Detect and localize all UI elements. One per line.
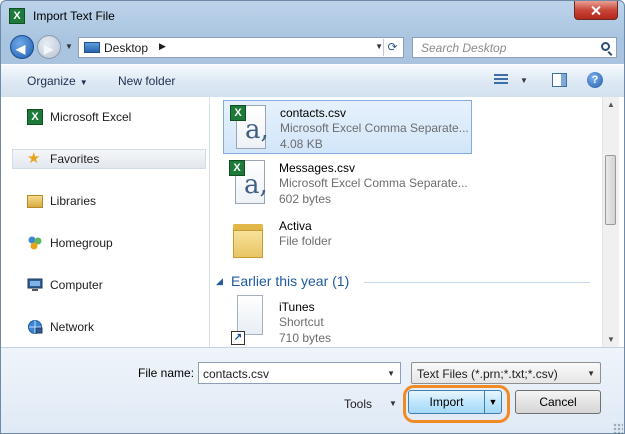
file-type: Shortcut (279, 315, 324, 329)
window-title: Import Text File (33, 9, 115, 23)
vertical-scrollbar[interactable]: ▲ ▼ (602, 97, 619, 347)
file-type-value: Text Files (*.prn;*.txt;*.csv) (417, 367, 558, 381)
scroll-up-arrow[interactable]: ▲ (607, 100, 615, 109)
nav-label: Computer (50, 278, 103, 292)
chevron-right-icon[interactable]: ▶ (159, 41, 166, 52)
file-name-value[interactable]: contacts.csv (203, 367, 269, 381)
group-divider (364, 282, 590, 283)
file-item-itunes[interactable]: ↗ iTunes Shortcut 710 bytes (223, 295, 472, 347)
file-name: contacts.csv (280, 106, 347, 120)
back-button[interactable]: ◀ (10, 35, 34, 59)
tools-dropdown-icon[interactable]: ▼ (389, 399, 397, 408)
nav-item-network[interactable]: Network (13, 317, 205, 337)
address-dropdown[interactable]: ▼ (375, 42, 383, 51)
file-type: Microsoft Excel Comma Separate... (280, 121, 469, 135)
preview-pane-icon[interactable] (552, 73, 567, 87)
search-icon[interactable] (601, 42, 610, 51)
content-area: X Microsoft Excel ★ Favorites Libraries … (1, 97, 624, 347)
address-row: ◀ ▶ ▼ Desktop ▶ ▼ ⟳ Search Desktop (1, 32, 624, 62)
organize-label: Organize (27, 74, 76, 88)
back-arrow-icon: ◀ (16, 42, 26, 56)
recent-pages-dropdown[interactable]: ▼ (65, 42, 73, 51)
file-name: Activa (279, 219, 312, 233)
chevron-down-icon: ▼ (79, 78, 88, 87)
forward-arrow-icon: ▶ (44, 42, 54, 56)
address-location[interactable]: Desktop (104, 41, 148, 55)
import-dropdown-button[interactable]: ▼ (484, 390, 502, 414)
file-item-activa[interactable]: Activa File folder (223, 214, 472, 268)
file-item-contacts[interactable]: a, X contacts.csv Microsoft Excel Comma S… (223, 100, 472, 154)
scroll-down-arrow[interactable]: ▼ (607, 335, 615, 344)
libraries-icon (27, 195, 43, 208)
resize-grip[interactable] (613, 423, 623, 433)
star-icon: ★ (27, 150, 41, 167)
group-title: Earlier this year (1) (231, 273, 350, 289)
file-name-label: File name: (138, 366, 195, 380)
command-bar: Organize ▼ New folder ▼ ? (1, 64, 624, 98)
nav-label: Libraries (50, 194, 97, 208)
title-bar: X Import Text File (1, 1, 624, 31)
nav-label: Homegroup (50, 236, 113, 250)
address-bar[interactable]: Desktop ▶ ▼ ⟳ (78, 37, 404, 58)
new-folder-button[interactable]: New folder (118, 74, 175, 88)
network-icon (27, 319, 43, 335)
chevron-down-icon: ▼ (587, 369, 595, 378)
nav-item-computer[interactable]: Computer (13, 275, 205, 295)
homegroup-icon (27, 235, 43, 251)
computer-icon (27, 277, 43, 293)
search-box[interactable]: Search Desktop (412, 37, 617, 58)
close-button[interactable] (574, 1, 618, 20)
nav-item-microsoft-excel[interactable]: X Microsoft Excel (13, 107, 205, 127)
import-button[interactable]: Import (408, 390, 485, 414)
group-header-earlier-this-year[interactable]: ◢ Earlier this year (1) (216, 273, 596, 291)
search-input[interactable]: Search Desktop (421, 41, 506, 55)
file-name-field[interactable]: contacts.csv ▼ (198, 362, 401, 384)
file-name: Messages.csv (279, 161, 356, 175)
forward-button[interactable]: ▶ (37, 35, 61, 59)
file-name: iTunes (279, 300, 315, 314)
excel-icon: X (27, 109, 43, 125)
shortcut-icon: ↗ (229, 295, 265, 345)
cancel-button[interactable]: Cancel (515, 390, 601, 414)
change-view-icon[interactable] (494, 74, 508, 86)
refresh-icon[interactable]: ⟳ (383, 39, 401, 56)
tools-button[interactable]: Tools (344, 397, 372, 411)
folder-icon (229, 218, 265, 258)
file-size: 4.08 KB (280, 137, 323, 151)
file-type: Microsoft Excel Comma Separate... (279, 176, 468, 190)
nav-label: Microsoft Excel (50, 110, 132, 124)
nav-item-favorites[interactable]: ★ Favorites (12, 149, 206, 169)
csv-file-icon: a, X (229, 160, 268, 204)
import-text-file-dialog: X Import Text File ◀ ▶ ▼ Desktop ▶ ▼ ⟳ S… (0, 0, 625, 434)
organize-button[interactable]: Organize ▼ (27, 74, 88, 88)
nav-item-libraries[interactable]: Libraries (13, 191, 205, 211)
view-options-dropdown[interactable]: ▼ (520, 76, 528, 85)
file-name-dropdown[interactable]: ▼ (387, 369, 395, 378)
csv-file-icon: a, X (230, 105, 269, 149)
nav-item-homegroup[interactable]: Homegroup (13, 233, 205, 253)
file-size: 602 bytes (279, 192, 332, 206)
file-list: a, X contacts.csv Microsoft Excel Comma S… (210, 97, 602, 347)
nav-label: Favorites (50, 152, 100, 166)
file-item-messages[interactable]: a, X Messages.csv Microsoft Excel Comma S… (223, 156, 472, 210)
nav-label: Network (50, 320, 95, 334)
scrollbar-thumb[interactable] (605, 155, 616, 225)
navigation-pane: X Microsoft Excel ★ Favorites Libraries … (1, 97, 210, 347)
file-type-select[interactable]: Text Files (*.prn;*.txt;*.csv) ▼ (411, 362, 601, 384)
file-size: 710 bytes (279, 331, 332, 345)
excel-icon: X (9, 8, 25, 24)
help-icon[interactable]: ? (587, 72, 603, 88)
desktop-icon (84, 42, 100, 53)
bottom-panel: File name: contacts.csv ▼ Text Files (*.… (1, 347, 624, 433)
file-type: File folder (279, 234, 332, 248)
collapse-caret-icon[interactable]: ◢ (216, 276, 223, 287)
